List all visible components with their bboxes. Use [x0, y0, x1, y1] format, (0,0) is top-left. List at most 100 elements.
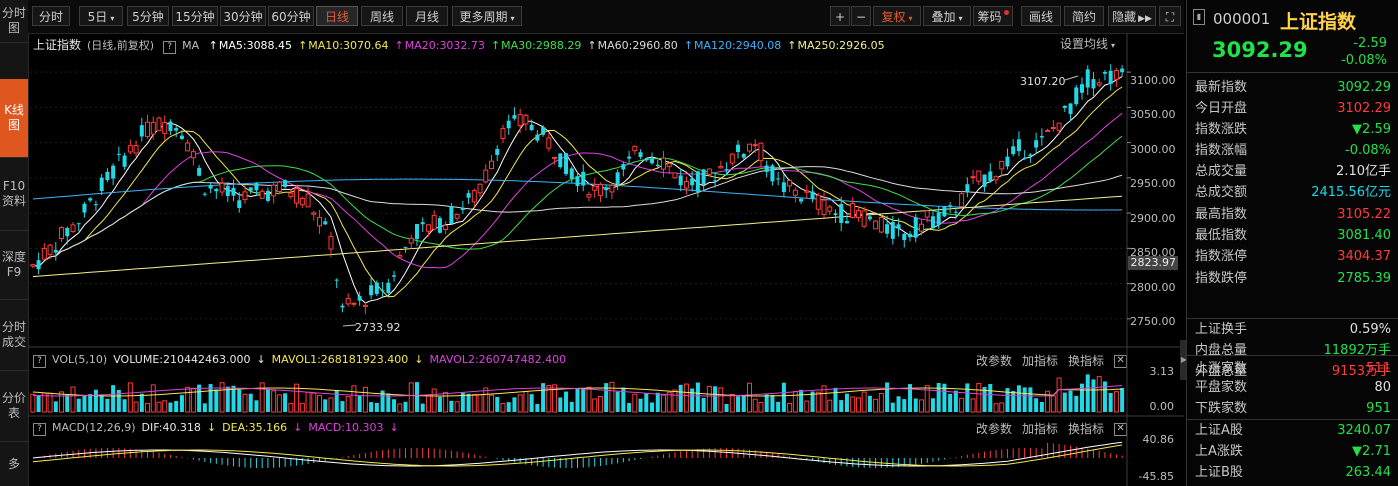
candle-body: [592, 185, 598, 191]
volume-bar: [666, 391, 672, 413]
candle-body: [746, 143, 752, 152]
candle-body: [839, 203, 844, 223]
candle-body: [219, 182, 225, 193]
quote-row-label: 最低指数: [1195, 228, 1248, 243]
candle-body: [259, 190, 265, 199]
candle-body: [1034, 140, 1039, 148]
candle-body: [810, 191, 815, 199]
help-icon[interactable]: ?: [33, 355, 46, 368]
period-more[interactable]: 更多周期 ▾: [452, 6, 522, 26]
quote-row-value: 2785.39: [1337, 271, 1391, 286]
sidebar-item-tick-trades[interactable]: 分时成交: [0, 300, 28, 371]
volume-bar: [139, 393, 144, 412]
ma-legend-item: MA30:2988.29: [501, 39, 582, 52]
zoom-in-button[interactable]: +: [830, 6, 850, 26]
close-icon[interactable]: ✕: [1114, 423, 1128, 436]
fullscreen-button[interactable]: ⛶: [1159, 6, 1181, 26]
candle-body: [99, 177, 104, 191]
volume-bar: [30, 393, 36, 413]
overlay-button[interactable]: 叠加 ▾: [923, 6, 971, 26]
period-15min[interactable]: 15分钟: [172, 6, 218, 26]
switch-indicator-button[interactable]: 换指标: [1068, 422, 1104, 436]
candle-body: [1102, 71, 1107, 74]
volume-bar: [386, 393, 391, 412]
candle-body: [644, 159, 649, 161]
info-icon[interactable]: ▮: [1193, 9, 1205, 25]
period-monthly[interactable]: 月线: [406, 6, 448, 26]
candle-body: [1056, 122, 1062, 131]
candle-body: [111, 165, 116, 179]
sidebar-item-price-table[interactable]: 分价表: [0, 371, 28, 442]
edit-params-button[interactable]: 改参数: [976, 422, 1012, 436]
period-intraday[interactable]: 分时: [32, 6, 70, 26]
sidebar-item-f10[interactable]: F10资料: [0, 158, 28, 231]
volume-bar: [873, 398, 879, 413]
switch-indicator-button[interactable]: 换指标: [1068, 354, 1104, 368]
volume-bar: [678, 384, 683, 412]
candle-body: [638, 152, 643, 158]
macd-indicator-name: MACD(12,26,9): [52, 421, 136, 434]
arrow-up-icon: ↑: [683, 39, 694, 52]
volume-bar: [425, 395, 431, 413]
candle-body: [116, 153, 121, 155]
volume-bar: [833, 387, 838, 412]
chevron-down-icon: ▾: [510, 14, 515, 23]
volume-bar: [466, 393, 471, 412]
volume-bar: [729, 394, 735, 413]
quote-row-value: 3092.29: [1337, 80, 1391, 95]
kline-chart-canvas[interactable]: [0, 0, 1184, 486]
volume-bar: [942, 383, 947, 412]
candle-body: [529, 124, 534, 131]
period-60min[interactable]: 60分钟: [268, 6, 314, 26]
draw-line-button[interactable]: 画线: [1021, 6, 1061, 26]
candle-body: [334, 279, 339, 281]
period-30min[interactable]: 30分钟: [220, 6, 266, 26]
volume-bar: [93, 389, 98, 412]
hide-button[interactable]: 隐藏 ▶▶: [1108, 6, 1156, 26]
volume-bar: [683, 383, 689, 413]
candle-body: [609, 184, 615, 193]
ma-settings-button[interactable]: 设置均线 ▾: [1060, 35, 1115, 52]
help-icon[interactable]: ?: [163, 41, 177, 54]
candle-body: [294, 188, 300, 204]
volume-bar: [65, 394, 70, 412]
candle-body: [718, 166, 724, 169]
ma-line: [32, 195, 1123, 278]
volume-bar: [650, 402, 655, 412]
add-indicator-button[interactable]: 加指标: [1022, 422, 1058, 436]
sidebar-item-more[interactable]: 多: [0, 442, 28, 486]
candle-body: [185, 142, 191, 152]
zoom-out-button[interactable]: −: [851, 6, 871, 26]
candle-body: [1022, 157, 1027, 159]
chip-distribution-button[interactable]: 筹码: [973, 6, 1013, 26]
quote-row: 总成交量 2.10亿手: [1195, 161, 1391, 182]
simple-mode-button[interactable]: 简约: [1064, 6, 1104, 26]
candle-body: [970, 176, 976, 179]
help-icon[interactable]: ?: [33, 423, 46, 436]
volume-bar: [746, 382, 752, 413]
candle-body: [1080, 84, 1085, 93]
candle-body: [431, 214, 437, 230]
sidebar-item-depth-f9[interactable]: 深度F9: [0, 231, 28, 300]
sidebar-item-kline[interactable]: K线图: [0, 79, 28, 158]
candle-body: [564, 153, 569, 175]
quote-row-label: 上A涨跌: [1195, 444, 1243, 459]
volume-bar: [82, 395, 87, 412]
close-icon[interactable]: ✕: [1114, 355, 1128, 368]
sidebar-item-intraday[interactable]: 分时图: [0, 0, 28, 43]
candle-body: [122, 155, 127, 167]
period-5day[interactable]: 5日 ▾: [79, 6, 123, 26]
adjust-price-button[interactable]: 复权 ▾: [873, 6, 921, 26]
candle-body: [139, 125, 144, 137]
candle-body: [1085, 69, 1090, 88]
chevron-down-icon: ▾: [1111, 41, 1116, 50]
volume-bar: [340, 401, 345, 412]
volume-bar: [792, 390, 798, 413]
edit-params-button[interactable]: 改参数: [976, 354, 1012, 368]
quote-row-label: 上证A股: [1195, 423, 1243, 438]
period-5min[interactable]: 5分钟: [127, 6, 169, 26]
add-indicator-button[interactable]: 加指标: [1022, 354, 1058, 368]
period-weekly[interactable]: 周线: [361, 6, 403, 26]
period-daily[interactable]: 日线: [316, 6, 358, 26]
candle-body: [541, 127, 546, 135]
